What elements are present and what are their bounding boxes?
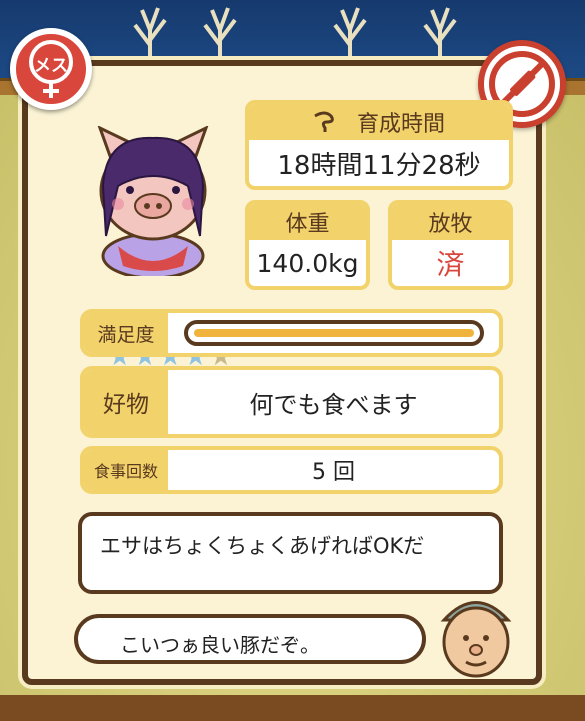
grazing-label: 放牧	[392, 204, 509, 240]
speech-text-1: エサはちょくちょくあげればOKだ	[100, 534, 425, 558]
bottom-sign	[0, 695, 585, 721]
pig-portrait	[97, 126, 209, 276]
growth-time-box: 育成時間 18時間11分28秒	[245, 100, 513, 190]
satisfaction-bar-fill	[193, 329, 474, 337]
pig-tail-icon	[314, 111, 334, 132]
grazing-value: 済	[436, 248, 465, 281]
speech-bubble-1: エサはちょくちょくあげればOKだ	[78, 512, 503, 594]
weight-box: 体重 140.0kg	[245, 200, 370, 290]
satisfaction-bar	[183, 320, 484, 346]
weight-value: 140.0kg	[256, 248, 359, 278]
growth-time-value: 18時間11分28秒	[277, 150, 481, 181]
meal-count-label: 食事回数	[84, 450, 168, 490]
favorite-food-row: 好物 何でも食べます	[80, 366, 503, 438]
farmer-portrait	[440, 601, 512, 678]
meal-count-row: 食事回数 5 回	[80, 446, 503, 494]
satisfaction-row: 満足度	[80, 309, 503, 357]
female-gender-badge: メス	[10, 28, 92, 110]
speech-bubble-2: こいつぁ良い豚だぞ。	[74, 614, 426, 664]
favorite-food-label: 好物	[84, 370, 168, 434]
speech-text-2: こいつぁ良い豚だぞ。	[120, 633, 320, 657]
satisfaction-label: 満足度	[84, 313, 168, 353]
gender-label: メス	[34, 55, 68, 76]
grazing-box: 放牧 済	[388, 200, 513, 290]
favorite-food-value: 何でも食べます	[249, 390, 418, 419]
growth-time-label: 育成時間	[356, 112, 445, 137]
meal-count-value: 5 回	[312, 460, 355, 485]
weight-label: 体重	[249, 204, 366, 240]
